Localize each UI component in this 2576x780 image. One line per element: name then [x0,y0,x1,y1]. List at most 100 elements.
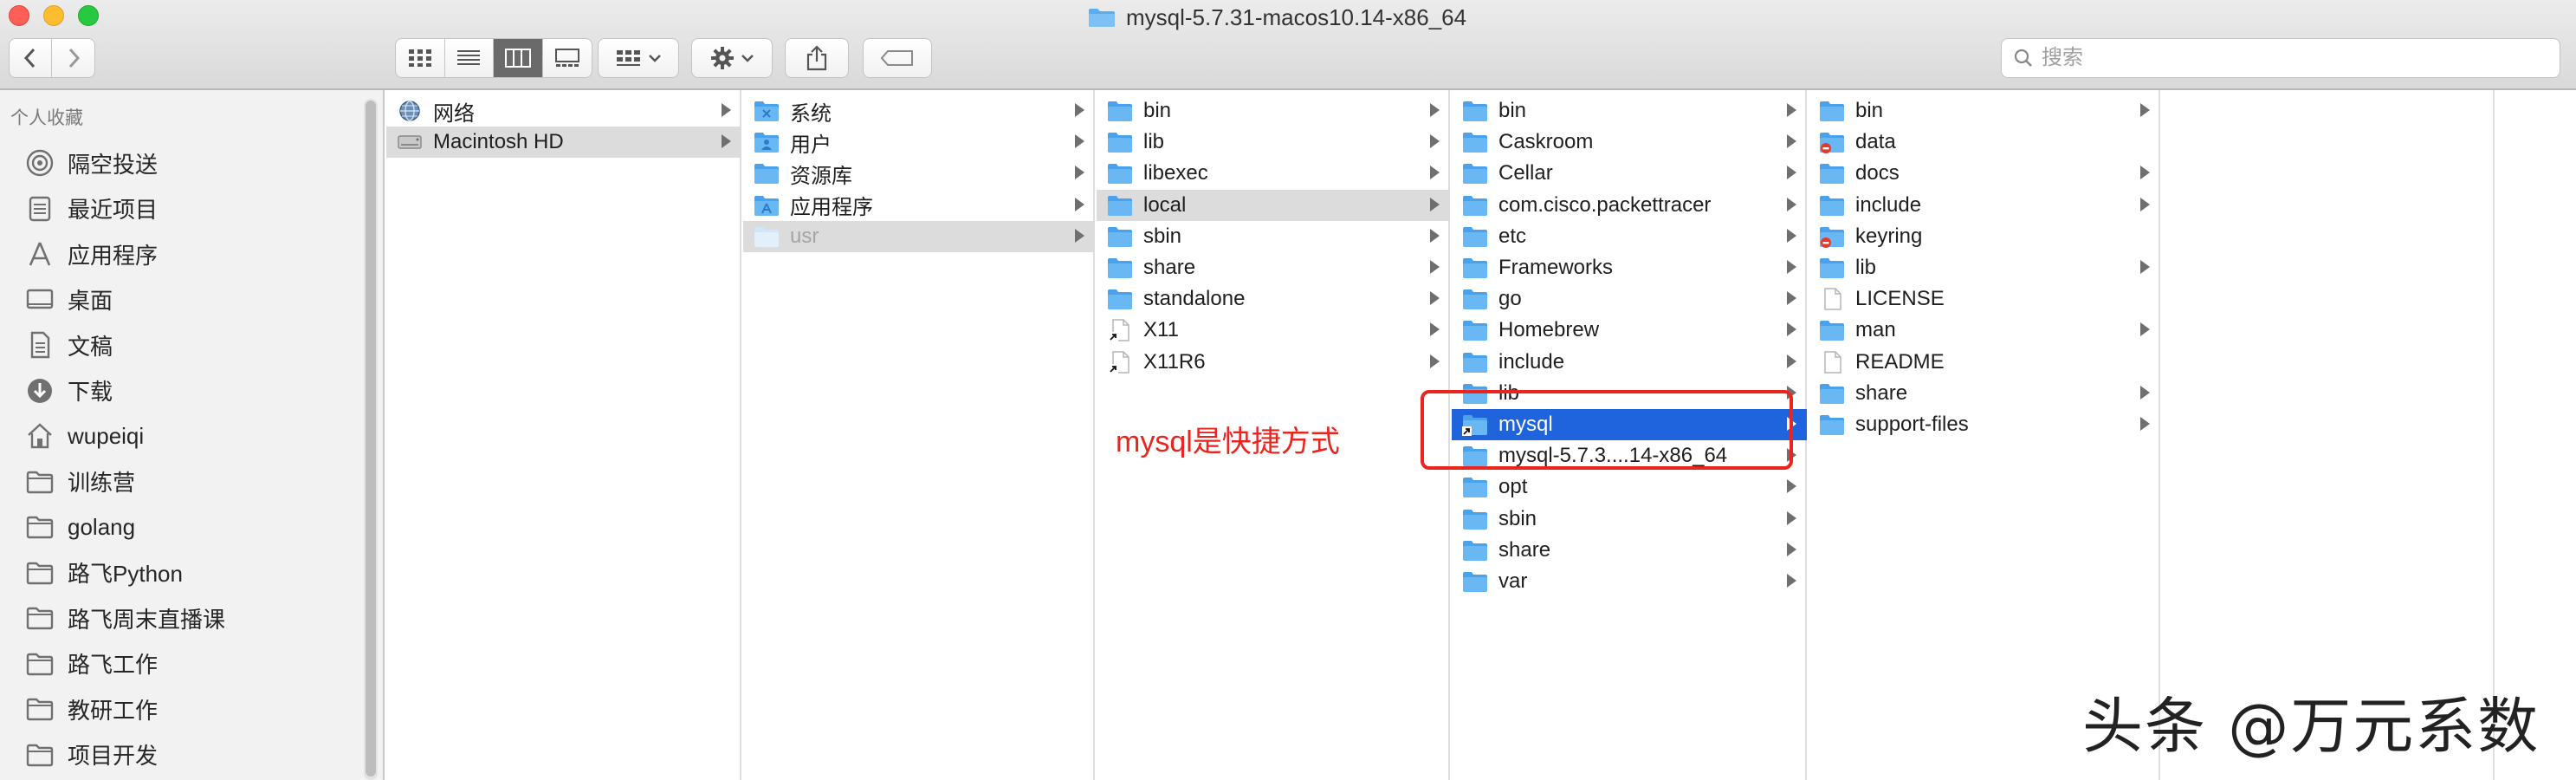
sidebar-scrollbar[interactable] [364,99,378,780]
users-folder-icon [754,131,780,153]
sidebar-item-label: 路飞工作 [68,652,159,678]
sidebar-item-label: 训练营 [68,470,136,496]
share-button[interactable] [785,38,849,78]
sidebar-item[interactable]: 隔空投送 [24,144,158,182]
sidebar-item-label: wupeiqi [68,422,145,449]
file-row[interactable]: Frameworks [1452,252,1807,283]
window-close-button[interactable] [9,5,29,26]
file-row[interactable]: com.cisco.packettracer [1452,190,1807,221]
file-name: share [1143,256,1196,279]
sidebar-item[interactable]: 路飞周末直播课 [24,599,225,637]
file-row[interactable]: lib [1097,127,1450,158]
file-row[interactable]: share [1452,535,1807,566]
file-row[interactable]: Caskroom [1452,127,1807,158]
disclosure-arrow-icon [1430,291,1440,306]
file-name: lib [1143,130,1165,154]
file-row[interactable]: X11 [1097,315,1450,346]
sidebar-item[interactable]: 训练营 [24,463,135,501]
folder-icon [1107,225,1133,248]
file-name: lib [1855,256,1877,279]
file-name: 系统 [790,101,832,126]
search-field[interactable] [2001,38,2560,78]
file-row[interactable]: sbin [1097,221,1450,252]
window-minimize-button[interactable] [43,5,64,26]
sidebar-item[interactable]: wupeiqi [24,417,144,455]
file-row[interactable]: share [1097,252,1450,283]
disclosure-arrow-icon [1075,103,1084,117]
file-row[interactable]: man [1809,315,2160,346]
file-row[interactable]: data [1809,127,2160,158]
file-name: X11 [1143,318,1179,342]
sidebar-item[interactable]: 路飞Python [24,554,183,592]
file-name: share [1855,380,1908,405]
file-row[interactable]: keyring [1809,221,2160,252]
back-button[interactable] [10,39,53,77]
sidebar-item[interactable]: golang [24,508,135,546]
forward-button[interactable] [52,39,94,77]
file-row[interactable]: libexec [1097,158,1450,189]
file-row[interactable]: 应用程序 [743,190,1095,221]
folder-icon [1462,351,1488,374]
action-button[interactable] [691,38,773,78]
list-view-icon [457,50,481,65]
sidebar-item[interactable]: 桌面 [24,281,113,319]
file-row[interactable]: share [1809,378,2160,409]
sidebar-item[interactable]: 文稿 [24,326,113,364]
disclosure-arrow-icon [2140,385,2150,400]
file-row[interactable]: support-files [1809,409,2160,440]
file-row[interactable]: Cellar [1452,158,1807,189]
alias-document-icon [1107,319,1133,342]
window-zoom-button[interactable] [78,5,99,26]
file-row[interactable]: Homebrew [1452,315,1807,346]
file-row[interactable]: LICENSE [1809,283,2160,315]
disclosure-arrow-icon [1430,354,1440,368]
file-row[interactable]: docs [1809,158,2160,189]
file-row[interactable]: bin [1097,95,1450,127]
file-row[interactable]: var [1452,566,1807,597]
window-title-text: mysql-5.7.31-macos10.14-x86_64 [1126,3,1467,30]
file-row[interactable]: 用户 [743,127,1095,158]
file-row[interactable]: 系统 [743,95,1095,127]
tags-button[interactable] [863,38,932,78]
sidebar-item[interactable]: 应用程序 [24,235,158,273]
file-row[interactable]: X11R6 [1097,347,1450,378]
file-row[interactable]: local [1097,189,1450,221]
sidebar-item[interactable]: 路飞工作 [24,645,158,683]
sidebar-item[interactable]: 教研工作 [24,690,158,728]
column-view-icon [504,49,531,68]
file-row[interactable]: README [1809,347,2160,378]
folder-icon [1462,288,1488,310]
folder-icon [1089,9,1115,27]
file-row[interactable]: etc [1452,221,1807,252]
chevron-right-icon [68,48,80,68]
browser-column: 系统 用户 资源库 应用程序 usr [743,90,1095,780]
file-row[interactable]: Macintosh HD [386,127,741,159]
sidebar: 个人收藏 隔空投送 最近项目 应用程序 桌面 文稿 下载 wupeiqi 训练营 golang 路… [0,90,385,780]
file-row[interactable]: 网络 [386,95,741,127]
search-input[interactable] [2042,46,2527,70]
desktop-icon [24,286,55,314]
group-by-button[interactable] [598,38,679,78]
gallery-view-button[interactable] [543,39,592,77]
file-row[interactable]: include [1452,347,1807,378]
disclosure-arrow-icon [2140,322,2150,337]
sidebar-item[interactable]: 最近项目 [24,190,158,228]
file-row[interactable]: bin [1452,95,1807,127]
sidebar-scroll-thumb[interactable] [366,101,376,777]
sidebar-item[interactable]: 项目开发 [24,736,158,774]
column-view-button[interactable] [494,39,543,77]
file-row[interactable]: include [1809,190,2160,221]
file-row[interactable]: opt [1452,471,1807,503]
folder-icon [24,695,55,723]
file-row[interactable]: usr [743,220,1095,252]
file-row[interactable]: lib [1809,252,2160,283]
sidebar-item[interactable]: 下载 [24,372,113,410]
file-row[interactable]: go [1452,283,1807,315]
file-row[interactable]: bin [1809,95,2160,127]
file-row[interactable]: sbin [1452,504,1807,535]
icon-view-button[interactable] [396,39,445,77]
file-row[interactable]: 资源库 [743,158,1095,189]
file-row[interactable]: standalone [1097,283,1450,315]
network-globe-icon [397,100,423,122]
list-view-button[interactable] [445,39,494,77]
